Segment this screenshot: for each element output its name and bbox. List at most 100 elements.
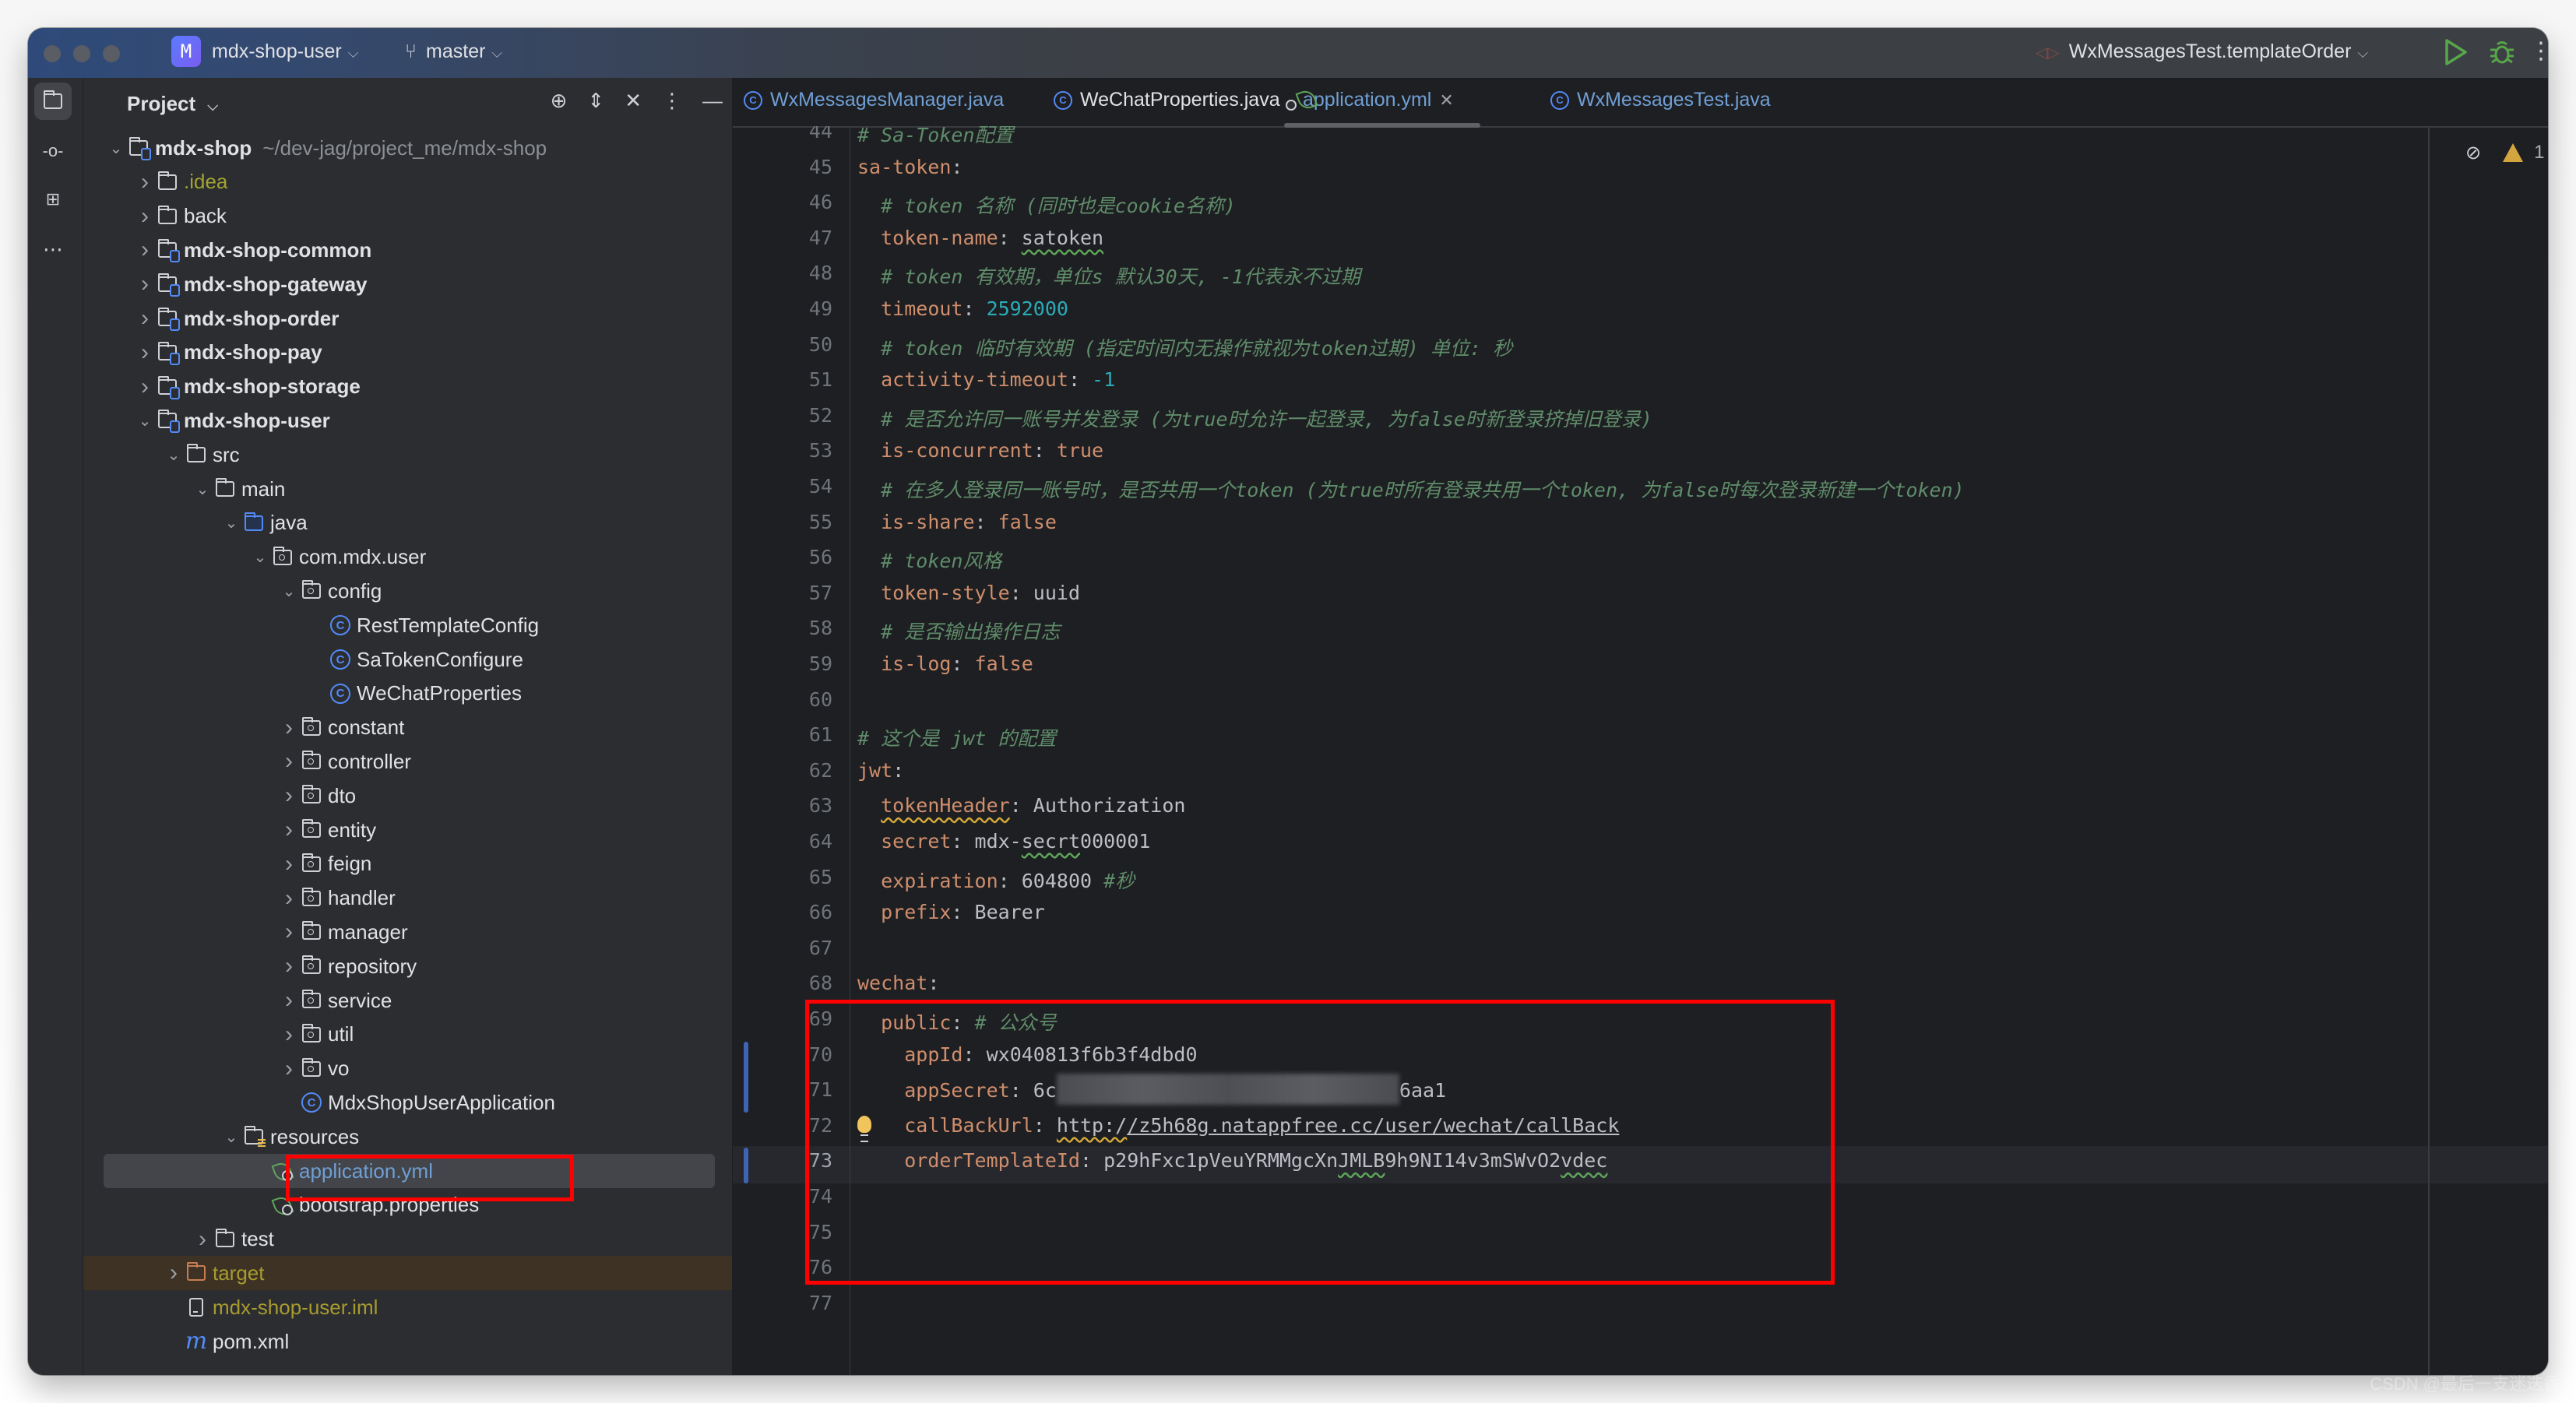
tree-item[interactable]: › back: [83, 199, 732, 234]
vcs-change-marker[interactable]: [744, 1041, 748, 1113]
branch-switcher[interactable]: ⑂ master ⌵: [405, 40, 502, 63]
tab-application-yml[interactable]: application.yml ✕: [1297, 89, 1454, 111]
tree-item[interactable]: › mdx-shop-pay: [83, 336, 732, 370]
chevron-right-icon[interactable]: ›: [134, 203, 156, 230]
chevron-right-icon[interactable]: ›: [278, 885, 300, 912]
chevron-right-icon[interactable]: ›: [134, 374, 156, 400]
commit-tool-button[interactable]: -o-: [34, 132, 72, 170]
chevron-right-icon[interactable]: ›: [278, 715, 300, 741]
run-button[interactable]: [2442, 37, 2469, 71]
close-window-button[interactable]: [44, 45, 61, 62]
code-line[interactable]: appId: wx040813f6b3f4dbd0: [857, 1043, 1197, 1066]
chevron-right-icon[interactable]: ›: [134, 169, 156, 195]
tree-item[interactable]: › target: [83, 1256, 732, 1291]
project-switcher[interactable]: mdx-shop-user ⌵: [212, 40, 358, 63]
tree-item[interactable]: › mdx-shop-storage: [83, 370, 732, 404]
code-line[interactable]: sa-token:: [857, 156, 962, 178]
tree-item[interactable]: C WeChatProperties: [83, 677, 732, 711]
code-line[interactable]: # token风格: [857, 546, 1001, 574]
code-line[interactable]: wechat:: [857, 972, 939, 994]
chevron-down-icon[interactable]: ⌄: [249, 547, 271, 567]
chevron-right-icon[interactable]: ›: [192, 1226, 213, 1253]
tree-item[interactable]: ⌄ src: [83, 438, 732, 472]
code-line[interactable]: jwt:: [857, 759, 904, 782]
tree-item[interactable]: C SaTokenConfigure: [83, 642, 732, 677]
code-line[interactable]: # Sa-Token配置: [857, 126, 1014, 148]
tree-item[interactable]: › manager: [83, 915, 732, 949]
chevron-right-icon[interactable]: ›: [134, 271, 156, 297]
options-icon[interactable]: ⋮: [662, 89, 682, 113]
code-line[interactable]: secret: mdx-secrt000001: [857, 830, 1150, 853]
tree-item[interactable]: mdx-shop-user.iml: [83, 1290, 732, 1324]
tree-item[interactable]: › entity: [83, 813, 732, 847]
chevron-right-icon[interactable]: ›: [278, 1056, 300, 1082]
chevron-right-icon[interactable]: ›: [278, 987, 300, 1014]
debug-button[interactable]: [2487, 37, 2517, 71]
tree-item[interactable]: ⌄ mdx-shop-user: [83, 403, 732, 438]
locate-icon[interactable]: ⊕: [551, 89, 568, 113]
code-line[interactable]: token-name: satoken: [857, 227, 1103, 249]
tree-item[interactable]: ⌄ com.mdx.user: [83, 540, 732, 575]
tree-item[interactable]: › mdx-shop-gateway: [83, 267, 732, 301]
tree-item[interactable]: ⌄ java: [83, 506, 732, 540]
chevron-right-icon[interactable]: ›: [278, 748, 300, 775]
chevron-right-icon[interactable]: ›: [278, 919, 300, 945]
tree-item[interactable]: › test: [83, 1222, 732, 1257]
project-view-selector[interactable]: Project ⌵: [127, 92, 218, 116]
code-line[interactable]: # 是否允许同一账号并发登录 (为true时允许一起登录, 为false时新登录…: [857, 404, 1652, 432]
tree-item[interactable]: › vo: [83, 1052, 732, 1086]
tree-item[interactable]: C RestTemplateConfig: [83, 608, 732, 642]
chevron-down-icon[interactable]: ⌄: [220, 1127, 242, 1147]
tree-item[interactable]: › service: [83, 983, 732, 1018]
code-line[interactable]: is-log: false: [857, 652, 1033, 675]
code-line[interactable]: # 在多人登录同一账号时，是否共用一个token (为true时所有登录共用一个…: [857, 475, 1965, 503]
expand-all-icon[interactable]: ⇕: [587, 89, 604, 113]
maximize-window-button[interactable]: [103, 45, 120, 62]
code-line[interactable]: tokenHeader: Authorization: [857, 794, 1185, 817]
code-line[interactable]: # token 临时有效期 (指定时间内无操作就视为token过期) 单位: 秒: [857, 333, 1512, 361]
code-line[interactable]: orderTemplateId: p29hFxc1pVeuYRMMgcXnJML…: [857, 1149, 1607, 1172]
vcs-change-marker[interactable]: [744, 1148, 748, 1183]
run-config-selector[interactable]: ◁▷ WxMessagesTest.templateOrder ⌵: [2036, 40, 2368, 63]
tree-item[interactable]: › constant: [83, 711, 732, 745]
inspection-widget[interactable]: ⊘ 1 1: [2465, 140, 2548, 165]
tree-item[interactable]: › mdx-shop-common: [83, 233, 732, 267]
chevron-right-icon[interactable]: ›: [278, 817, 300, 843]
structure-tool-button[interactable]: ⊞: [34, 181, 72, 218]
chevron-down-icon[interactable]: ⌄: [278, 582, 300, 601]
code-line[interactable]: prefix: Bearer: [857, 901, 1045, 923]
tree-item[interactable]: › repository: [83, 949, 732, 983]
tree-item[interactable]: m pom.xml: [83, 1324, 732, 1359]
tree-item[interactable]: › .idea: [83, 165, 732, 199]
chevron-right-icon[interactable]: ›: [134, 237, 156, 263]
chevron-down-icon[interactable]: ⌄: [105, 139, 127, 158]
chevron-right-icon[interactable]: ›: [278, 953, 300, 979]
code-line[interactable]: expiration: 604800 #秒: [857, 866, 1135, 894]
code-editor[interactable]: 44 # Sa-Token配置 45 sa-token: 46 # token 名称 (…: [733, 126, 2548, 1375]
code-line[interactable]: token-style: uuid: [857, 582, 1080, 604]
more-tools-button[interactable]: ⋯: [34, 230, 72, 268]
code-line[interactable]: # token 名称 (同时也是cookie名称): [857, 191, 1236, 219]
chevron-down-icon[interactable]: ⌄: [134, 411, 156, 431]
more-actions-icon[interactable]: ⋮: [2529, 37, 2548, 65]
minimize-window-button[interactable]: [73, 45, 90, 62]
close-tab-icon[interactable]: ✕: [1439, 90, 1453, 111]
intention-bulb-icon[interactable]: [857, 1115, 871, 1142]
chevron-down-icon[interactable]: ⌄: [163, 445, 185, 465]
code-line[interactable]: # 这个是 jwt 的配置: [857, 723, 1056, 751]
tree-item[interactable]: ⌄ mdx-shop ~/dev-jag/project_me/mdx-shop: [83, 131, 732, 165]
tree-item[interactable]: ⌄ main: [83, 472, 732, 506]
code-line[interactable]: is-share: false: [857, 511, 1057, 533]
code-line[interactable]: timeout: 2592000: [857, 297, 1068, 320]
code-line[interactable]: is-concurrent: true: [857, 439, 1103, 462]
tree-item[interactable]: C MdxShopUserApplication: [83, 1085, 732, 1120]
chevron-down-icon[interactable]: ⌄: [220, 513, 242, 533]
tree-item[interactable]: application.yml: [104, 1154, 715, 1188]
code-line[interactable]: appSecret: 6c 6aa1: [857, 1074, 1446, 1106]
tree-item[interactable]: › dto: [83, 779, 732, 813]
tab-wxmessagesmanager-java[interactable]: C WxMessagesManager.java: [744, 89, 1004, 111]
collapse-all-icon[interactable]: ✕: [625, 89, 642, 113]
chevron-right-icon[interactable]: ›: [134, 339, 156, 366]
chevron-right-icon[interactable]: ›: [278, 851, 300, 877]
hide-panel-icon[interactable]: —: [702, 89, 723, 113]
